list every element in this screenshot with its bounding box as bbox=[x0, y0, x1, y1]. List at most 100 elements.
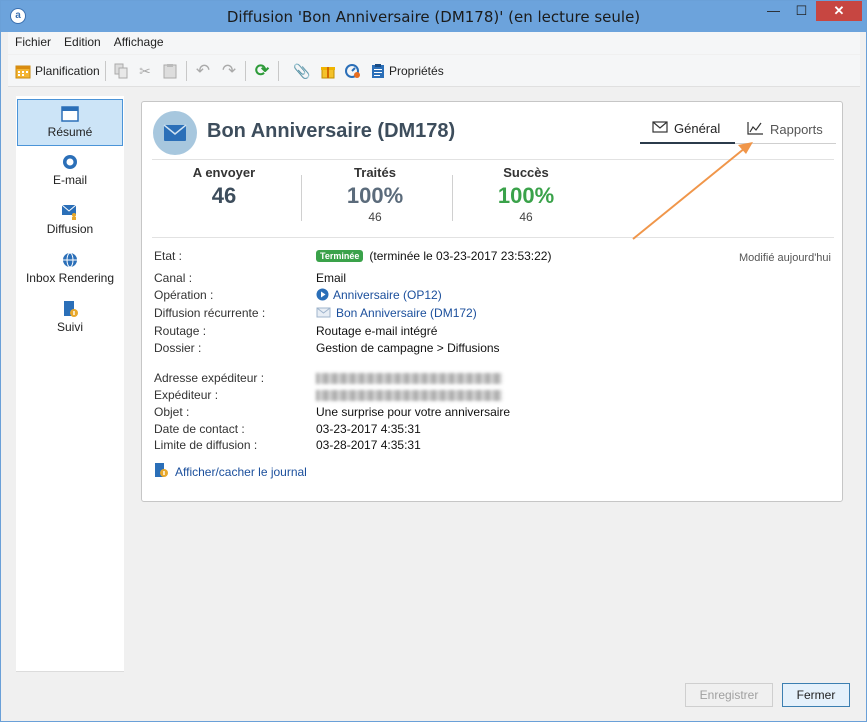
tab-rapports[interactable]: Rapports bbox=[747, 121, 823, 138]
lifebuoy-icon bbox=[61, 153, 79, 171]
sidebar-item-label: Suivi bbox=[56, 320, 83, 334]
redo-icon: ↷ bbox=[221, 61, 237, 80]
divider bbox=[152, 159, 834, 160]
refresh-icon: ⟳ bbox=[254, 61, 270, 80]
stat-a-envoyer: A envoyer 46 bbox=[154, 165, 294, 209]
cut-button[interactable]: ✂ bbox=[136, 61, 154, 81]
detail-key: Opération : bbox=[154, 288, 214, 302]
stat-sub: 46 bbox=[519, 210, 533, 224]
line-chart-icon bbox=[747, 121, 764, 138]
title-bar: a Diffusion 'Bon Anniversaire (DM178)' (… bbox=[1, 1, 866, 32]
envelope-icon bbox=[652, 121, 668, 136]
gauge-icon bbox=[344, 62, 362, 80]
paperclip-icon: 📎 bbox=[293, 62, 311, 79]
undo-button[interactable]: ↶ bbox=[194, 61, 212, 81]
globe-icon bbox=[61, 251, 79, 269]
page-title: Bon Anniversaire (DM178) bbox=[207, 120, 456, 142]
menu-bar: Fichier Edition Affichage bbox=[8, 32, 860, 54]
gift-button[interactable] bbox=[319, 61, 337, 81]
close-button[interactable]: Fermer bbox=[782, 683, 850, 707]
detail-value: 03-23-2017 4:35:31 bbox=[316, 422, 421, 436]
redo-button[interactable]: ↷ bbox=[220, 61, 238, 81]
detail-value bbox=[316, 371, 502, 385]
detail-value bbox=[316, 388, 502, 402]
play-icon bbox=[316, 288, 333, 302]
undo-icon: ↶ bbox=[195, 61, 211, 80]
minimize-button[interactable]: — bbox=[760, 1, 787, 21]
envelope-avatar-icon bbox=[153, 111, 197, 155]
sidebar-item-inbox-rendering[interactable]: Inbox Rendering bbox=[17, 246, 123, 293]
detail-value: Terminée (terminée le 03-23-2017 23:53:22… bbox=[316, 249, 551, 263]
detail-value: Bon Anniversaire (DM172) bbox=[316, 306, 477, 320]
stat-label: Succès bbox=[503, 165, 549, 180]
stat-sub: 46 bbox=[368, 210, 382, 224]
sidebar: Résumé E-mail Diffusion Inbox Rendering … bbox=[16, 96, 124, 672]
planification-label: Planification bbox=[35, 64, 100, 78]
detail-key: Etat : bbox=[154, 249, 183, 263]
app-window: a Diffusion 'Bon Anniversaire (DM178)' (… bbox=[0, 0, 867, 722]
attach-button[interactable]: 📎 bbox=[293, 61, 311, 81]
window-title: Diffusion 'Bon Anniversaire (DM178)' (en… bbox=[226, 8, 641, 26]
operation-link[interactable]: Anniversaire (OP12) bbox=[333, 288, 442, 302]
content-area: Résumé E-mail Diffusion Inbox Rendering … bbox=[8, 88, 860, 674]
menu-edition[interactable]: Edition bbox=[57, 32, 107, 49]
stat-succes: Succès 100% 46 bbox=[456, 165, 596, 224]
detail-key: Routage : bbox=[154, 324, 207, 338]
stat-label: Traités bbox=[354, 165, 396, 180]
paste-button[interactable] bbox=[161, 61, 179, 81]
sidebar-item-label: E-mail bbox=[52, 173, 87, 187]
window-icon bbox=[61, 105, 79, 123]
stat-value: 100% bbox=[346, 183, 404, 208]
copy-icon bbox=[112, 62, 130, 80]
tab-general[interactable]: Général bbox=[652, 121, 720, 136]
redacted-sender bbox=[316, 390, 502, 402]
detail-value: Email bbox=[316, 271, 347, 285]
menu-fichier[interactable]: Fichier bbox=[8, 32, 57, 49]
stat-value: 100% bbox=[497, 183, 555, 208]
copy-button[interactable] bbox=[112, 61, 130, 81]
calendar-icon bbox=[14, 62, 32, 80]
menu-affichage[interactable]: Affichage bbox=[107, 32, 170, 49]
sidebar-item-resume[interactable]: Résumé bbox=[17, 99, 123, 146]
envelope-person-icon bbox=[61, 202, 79, 220]
sidebar-item-suivi[interactable]: Suivi bbox=[17, 295, 123, 342]
dashboard-button[interactable] bbox=[344, 61, 362, 81]
clipboard-icon bbox=[369, 62, 387, 80]
sidebar-item-label: Résumé bbox=[47, 125, 93, 139]
view-tabs: Général Rapports bbox=[640, 117, 836, 144]
detail-key: Objet : bbox=[154, 405, 190, 419]
active-tab-indicator bbox=[640, 142, 735, 144]
sidebar-item-label: Inbox Rendering bbox=[25, 271, 115, 285]
toggle-journal-link[interactable]: Afficher/cacher le journal bbox=[154, 462, 307, 481]
journal-link-label: Afficher/cacher le journal bbox=[175, 464, 307, 479]
doc-info-icon bbox=[61, 300, 79, 318]
toolbar-separator bbox=[245, 61, 246, 81]
doc-info-icon bbox=[154, 462, 169, 481]
close-window-button[interactable]: ✕ bbox=[816, 1, 862, 21]
planification-button[interactable]: Planification bbox=[14, 61, 100, 81]
recurring-delivery-link[interactable]: Bon Anniversaire (DM172) bbox=[336, 306, 477, 320]
maximize-button[interactable]: ☐ bbox=[788, 1, 815, 21]
sidebar-item-email[interactable]: E-mail bbox=[17, 148, 123, 195]
scissors-icon: ✂ bbox=[139, 62, 151, 79]
stat-traites: Traités 100% 46 bbox=[305, 165, 445, 224]
detail-key: Canal : bbox=[154, 271, 193, 285]
detail-key: Diffusion récurrente : bbox=[154, 306, 266, 320]
refresh-button[interactable]: ⟳ bbox=[253, 61, 271, 81]
summary-panel: Bon Anniversaire (DM178) Général Rapport… bbox=[141, 101, 843, 502]
stat-label: A envoyer bbox=[192, 165, 256, 180]
detail-value: 03-28-2017 4:35:31 bbox=[316, 438, 421, 452]
sidebar-item-diffusion[interactable]: Diffusion bbox=[17, 197, 123, 244]
status-badge: Terminée bbox=[316, 250, 364, 262]
paste-icon bbox=[161, 62, 179, 80]
tab-rapports-label: Rapports bbox=[770, 122, 823, 137]
status-text: (terminée le 03-23-2017 23:53:22) bbox=[369, 249, 552, 263]
save-button[interactable]: Enregistrer bbox=[685, 683, 773, 707]
detail-key: Date de contact : bbox=[154, 422, 245, 436]
toolbar-separator bbox=[278, 61, 279, 81]
toolbar-separator bbox=[105, 61, 106, 81]
detail-value: Anniversaire (OP12) bbox=[316, 288, 442, 302]
divider bbox=[152, 237, 834, 238]
properties-button[interactable]: Propriétés bbox=[369, 61, 444, 81]
divider bbox=[452, 175, 453, 221]
